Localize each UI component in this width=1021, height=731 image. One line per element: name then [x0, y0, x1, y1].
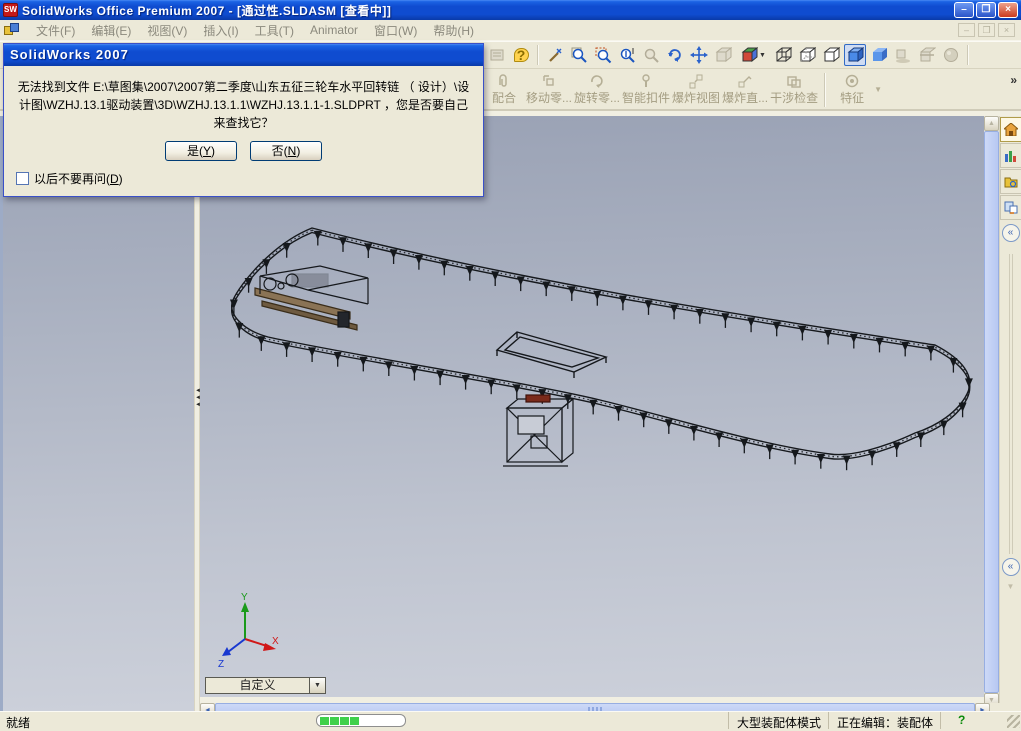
section-view-icon[interactable]: [916, 44, 938, 66]
status-bar: 就绪 大型装配体模式 正在编辑：装配体 ?: [0, 711, 1021, 730]
toolbar-overflow-icon[interactable]: »: [1010, 73, 1017, 87]
select-tool-icon[interactable]: [544, 44, 566, 66]
tab-design-library[interactable]: [1000, 143, 1021, 168]
feature-manager-panel[interactable]: [3, 116, 194, 711]
file-not-found-dialog: SolidWorks 2007 无法找到文件 E:\草图集\2007\2007第…: [3, 43, 484, 197]
rotate-view-icon[interactable]: [664, 44, 686, 66]
zoom-to-selection-icon[interactable]: [640, 44, 662, 66]
child-minimize-button[interactable]: –: [958, 23, 975, 37]
task-pane-drag-handle[interactable]: [1008, 254, 1013, 554]
child-close-button[interactable]: ×: [998, 23, 1015, 37]
progress-bar: [316, 714, 406, 727]
task-pane-collapse-bottom-icon[interactable]: «: [1001, 558, 1020, 576]
exploded-view-button[interactable]: 爆炸视图: [672, 71, 720, 109]
dont-ask-again-checkbox[interactable]: [16, 172, 29, 185]
menu-bar: 文件(F) 编辑(E) 视图(V) 插入(I) 工具(T) Animator 窗…: [0, 20, 1021, 41]
dont-ask-again-label: 以后不要再问(D): [34, 172, 123, 186]
status-editing-text: 正在编辑：装配体: [828, 712, 940, 730]
graphics-viewport[interactable]: Y X Z 自定义 ▼: [200, 116, 984, 697]
title-bar: SW SolidWorks Office Premium 2007 - [通过性…: [0, 0, 1021, 20]
vertical-scrollbar-thumb[interactable]: [984, 131, 999, 693]
menu-view[interactable]: 视图(V): [139, 20, 195, 41]
toolbar-separator: [824, 73, 827, 107]
view-orientation-value: 自定义: [239, 678, 276, 692]
menu-animator[interactable]: Animator: [302, 21, 366, 39]
zoom-to-fit-icon[interactable]: [568, 44, 590, 66]
help-icon[interactable]: ?: [510, 44, 532, 66]
resize-grip[interactable]: [1007, 715, 1020, 728]
standard-views-icon[interactable]: ▼: [736, 44, 770, 66]
status-help-icon[interactable]: ?: [958, 713, 965, 727]
task-pane-scroll-down-icon[interactable]: ▼: [1000, 582, 1021, 591]
dialog-title[interactable]: SolidWorks 2007: [4, 44, 483, 66]
toolbar-separator: [967, 45, 969, 65]
dialog-message: 无法找到文件 E:\草图集\2007\2007第二季度\山东五征三轮车水平回转链…: [17, 80, 470, 130]
solidworks-logo-icon: SW: [3, 3, 18, 17]
menu-window[interactable]: 窗口(W): [366, 20, 425, 41]
wireframe-icon[interactable]: [772, 44, 794, 66]
conveyor-chain-model: Y X Z: [218, 227, 973, 670]
features-button[interactable]: 特征: [832, 71, 872, 109]
menu-help[interactable]: 帮助(H): [425, 20, 482, 41]
restore-button[interactable]: ❐: [976, 2, 996, 18]
shaded-icon[interactable]: [868, 44, 890, 66]
property-manager-icon[interactable]: [486, 44, 508, 66]
menu-file[interactable]: 文件(F): [28, 20, 83, 41]
view-orientation-combo[interactable]: 自定义 ▼: [205, 677, 326, 694]
interference-detection-button[interactable]: 干涉检查: [770, 71, 818, 109]
triad-z-label: Z: [218, 659, 224, 670]
shadows-in-shaded-icon[interactable]: [892, 44, 914, 66]
combo-dropdown-icon[interactable]: ▼: [309, 678, 325, 693]
realview-sphere-icon[interactable]: [940, 44, 962, 66]
menu-edit[interactable]: 编辑(E): [83, 20, 139, 41]
menu-tools[interactable]: 工具(T): [247, 20, 302, 41]
mate-button[interactable]: 配合: [484, 71, 524, 109]
pan-icon[interactable]: [688, 44, 710, 66]
triad-y-label: Y: [241, 592, 248, 603]
triad-x-label: X: [272, 636, 279, 647]
status-ready-text: 就绪: [6, 716, 31, 730]
task-pane-strip: « « ▼: [999, 116, 1021, 711]
tab-file-explorer[interactable]: [1000, 169, 1021, 194]
move-component-button[interactable]: 移动零...: [526, 71, 572, 109]
zoom-in-out-icon[interactable]: [616, 44, 638, 66]
no-button[interactable]: 否(N): [250, 141, 322, 161]
smart-fasteners-button[interactable]: 智能扣件: [622, 71, 670, 109]
tab-search-results[interactable]: [1000, 195, 1021, 220]
rotate-component-button[interactable]: 旋转零...: [574, 71, 620, 109]
scroll-up-icon[interactable]: ▲: [984, 116, 999, 131]
hidden-lines-removed-icon[interactable]: [820, 44, 842, 66]
standard-views-dropdown-icon[interactable]: ▼: [759, 52, 766, 59]
3d-drawing-view-icon[interactable]: [712, 44, 734, 66]
work-area: ◄ ◄ ◄ Y X Z 自定义 ▼ ▲ ▼ « « ▼: [0, 111, 1021, 717]
shaded-with-edges-icon[interactable]: [844, 44, 866, 66]
window-title: SolidWorks Office Premium 2007 - [通过性.SL…: [22, 3, 392, 18]
hidden-lines-visible-icon[interactable]: [796, 44, 818, 66]
yes-button[interactable]: 是(Y): [165, 141, 237, 161]
assembly-document-icon[interactable]: [4, 22, 20, 38]
child-restore-button[interactable]: ❐: [978, 23, 995, 37]
status-large-assembly-mode: 大型装配体模式: [728, 712, 828, 730]
features-dropdown-icon[interactable]: ▼: [874, 85, 882, 94]
vertical-scrollbar[interactable]: ▲ ▼: [984, 116, 999, 708]
toolbar-separator: [537, 45, 539, 65]
zoom-to-area-icon[interactable]: [592, 44, 614, 66]
menu-insert[interactable]: 插入(I): [195, 20, 246, 41]
minimize-button[interactable]: –: [954, 2, 974, 18]
close-button[interactable]: ×: [998, 2, 1018, 18]
task-pane-collapse-icon[interactable]: «: [1001, 224, 1020, 242]
explode-line-sketch-button[interactable]: 爆炸直...: [722, 71, 768, 109]
tab-solidworks-resources[interactable]: [1000, 117, 1021, 142]
